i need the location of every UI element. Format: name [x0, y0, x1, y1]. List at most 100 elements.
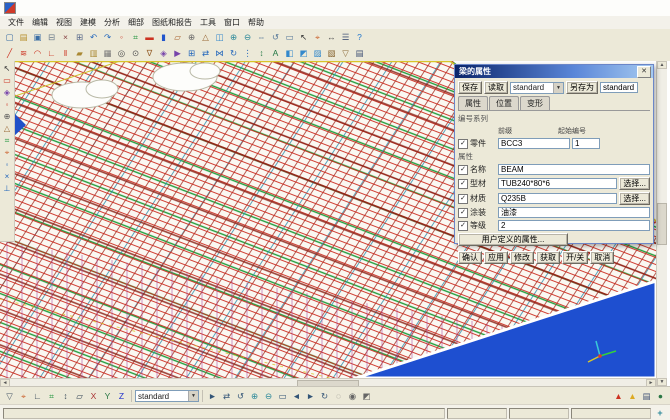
dialog-footer-button[interactable]: 应用	[484, 251, 508, 264]
orthogonal-beam-icon[interactable]: ∟	[45, 47, 58, 59]
numbering-checkbox[interactable]	[458, 139, 468, 149]
pan-icon[interactable]: ⇔	[255, 31, 268, 43]
vertical-scroll-thumb[interactable]	[657, 203, 667, 245]
measure-icon[interactable]: ↔	[325, 31, 338, 43]
zoom-in-icon[interactable]: ⊕	[248, 390, 261, 402]
copy-object-icon[interactable]: ⊞	[185, 47, 198, 59]
field-input[interactable]	[498, 207, 650, 218]
snap-icon[interactable]: ⌖	[311, 31, 324, 43]
fit-view-icon[interactable]: ▭	[276, 390, 289, 402]
dialog-footer-button[interactable]: 获取	[536, 251, 560, 264]
field-checkbox[interactable]	[458, 165, 468, 175]
mirror-icon[interactable]: ⋈	[213, 47, 226, 59]
scroll-down-icon[interactable]: ▼	[657, 378, 667, 386]
grid-snap-icon[interactable]: ⌗	[45, 390, 58, 402]
report-icon[interactable]: ▤	[353, 47, 366, 59]
scroll-right-icon[interactable]: ►	[646, 379, 656, 386]
error-icon[interactable]: ▲	[612, 390, 625, 402]
x-lock-icon[interactable]: X	[87, 390, 100, 402]
field-checkbox[interactable]	[458, 179, 468, 189]
field-input[interactable]	[498, 193, 617, 204]
section-view-icon[interactable]: ◧	[283, 47, 296, 59]
save-icon[interactable]: ▣	[31, 31, 44, 43]
fit-view-icon[interactable]: ▭	[283, 31, 296, 43]
create-column-icon[interactable]: ▮	[157, 31, 170, 43]
ortho-icon[interactable]: ∟	[31, 390, 44, 402]
create-curved-beam-icon[interactable]: ◠	[31, 47, 44, 59]
filter-icon[interactable]: ▽	[339, 47, 352, 59]
shade-icon[interactable]: ◩	[360, 390, 373, 402]
dialog-footer-button[interactable]: 修改	[510, 251, 534, 264]
menu-item[interactable]: 编辑	[28, 16, 52, 29]
select-all-icon[interactable]: ↖	[1, 63, 13, 74]
menu-item[interactable]: 窗口	[220, 16, 244, 29]
phase-icon[interactable]: ▧	[325, 47, 338, 59]
field-input[interactable]	[498, 220, 650, 231]
menu-item[interactable]: 建模	[76, 16, 100, 29]
load-button[interactable]: 读取	[484, 81, 508, 94]
depth-icon[interactable]: ↕	[59, 390, 72, 402]
create-panel-icon[interactable]: ▥	[87, 47, 100, 59]
properties-icon[interactable]: ☰	[339, 31, 352, 43]
redo-icon[interactable]: ↷	[101, 31, 114, 43]
run-macro-icon[interactable]: ▶	[171, 47, 184, 59]
vertical-scrollbar[interactable]: ▲ ▼	[656, 61, 667, 386]
twin-profile-icon[interactable]: ‖	[59, 47, 72, 59]
horizontal-scrollbar[interactable]: ◄ ►	[0, 378, 656, 386]
undo-icon[interactable]: ↶	[87, 31, 100, 43]
weld-symbol-icon[interactable]: ∇	[143, 47, 156, 59]
select-arrow-icon[interactable]: ↖	[297, 31, 310, 43]
redraw-icon[interactable]: ↻	[318, 390, 331, 402]
save-button[interactable]: 保存	[458, 81, 482, 94]
rotate-object-icon[interactable]: ↻	[227, 47, 240, 59]
select-points-icon[interactable]: ◦	[1, 99, 13, 110]
menu-item[interactable]: 分析	[100, 16, 124, 29]
close-icon[interactable]	[637, 66, 651, 78]
render-icon[interactable]: ◩	[297, 47, 310, 59]
menu-item[interactable]: 帮助	[244, 16, 268, 29]
dialog-footer-button[interactable]: 开/关	[562, 251, 588, 264]
field-checkbox[interactable]	[458, 194, 468, 204]
view-list-icon[interactable]: ◫	[213, 31, 226, 43]
hide-icon[interactable]: ◌	[332, 390, 345, 402]
field-checkbox[interactable]	[458, 208, 468, 218]
snap-endpoint-icon[interactable]: ⌖	[1, 147, 13, 158]
dimension-icon[interactable]: ↕	[255, 47, 268, 59]
select-bolts-icon[interactable]: ⊕	[1, 111, 13, 122]
clip-plane-icon[interactable]: ▨	[311, 47, 324, 59]
status-dot-icon[interactable]: ●	[654, 390, 667, 402]
menu-item[interactable]: 文件	[4, 16, 28, 29]
select-button[interactable]: 选择...	[619, 192, 650, 205]
user-defined-attributes-button[interactable]: 用户定义的属性...	[458, 233, 568, 246]
walk-icon[interactable]: ⇄	[220, 390, 233, 402]
create-point-icon[interactable]: ◦	[115, 31, 128, 43]
save-as-input[interactable]	[600, 82, 638, 93]
select-components-icon[interactable]: ◈	[1, 87, 13, 98]
select-button[interactable]: 选择...	[619, 177, 650, 190]
rotate-view-icon[interactable]: ↺	[269, 31, 282, 43]
menu-item[interactable]: 视图	[52, 16, 76, 29]
snap-perpendicular-icon[interactable]: ⊥	[1, 183, 13, 194]
new-file-icon[interactable]: ▢	[3, 31, 16, 43]
create-slab-icon[interactable]: ▰	[73, 47, 86, 59]
create-hole-icon[interactable]: ◎	[115, 47, 128, 59]
scroll-up-icon[interactable]: ▲	[657, 61, 667, 69]
dialog-titlebar[interactable]: 梁的属性	[455, 65, 653, 78]
next-view-icon[interactable]: ►	[304, 390, 317, 402]
rotate-view-icon[interactable]: ↺	[234, 390, 247, 402]
field-checkbox[interactable]	[458, 221, 468, 231]
create-line-icon[interactable]: ╱	[3, 47, 16, 59]
select-filter-icon[interactable]: ▽	[3, 390, 16, 402]
dialog-tab[interactable]: 位置	[489, 96, 519, 110]
array-icon[interactable]: ⋮	[241, 47, 254, 59]
select-parts-icon[interactable]: ▭	[1, 75, 13, 86]
create-footing-icon[interactable]: ▦	[101, 47, 114, 59]
dialog-tab[interactable]: 属性	[458, 96, 488, 110]
component-catalog-icon[interactable]: ◈	[157, 47, 170, 59]
help-icon[interactable]: ?	[353, 31, 366, 43]
field-input[interactable]	[498, 178, 617, 189]
fly-icon[interactable]: ►	[206, 390, 219, 402]
grid-icon[interactable]: ⌗	[129, 31, 142, 43]
save-as-button[interactable]: 另存为	[566, 81, 598, 94]
dialog-tab[interactable]: 变形	[520, 96, 550, 110]
